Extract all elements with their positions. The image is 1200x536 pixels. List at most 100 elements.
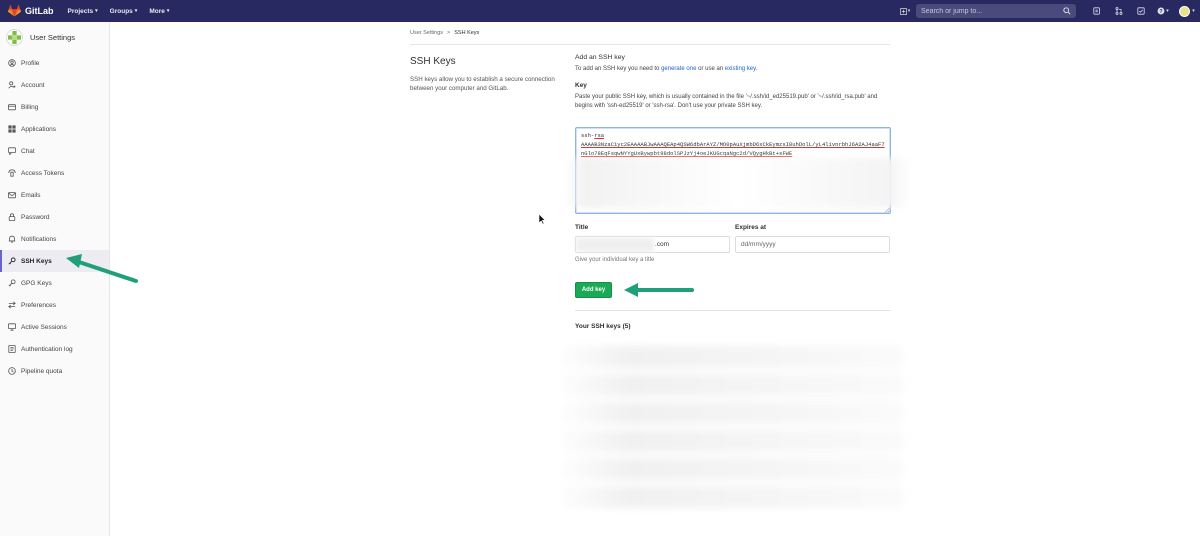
monitor-icon	[7, 323, 16, 332]
expires-input[interactable]: dd/mm/yyyy	[735, 236, 890, 253]
chevron-down-icon: ▾	[134, 8, 138, 14]
section-intro: SSH Keys SSH keys allow you to establish…	[410, 56, 565, 93]
redacted-title	[576, 238, 654, 252]
top-right-actions: ▾ ? ▾ ▾	[894, 0, 1200, 22]
help-icon: ?	[1157, 7, 1165, 15]
breadcrumb-current: SSH Keys	[454, 30, 480, 36]
search-icon[interactable]	[1063, 7, 1071, 15]
divider	[410, 44, 890, 45]
issues-icon	[1093, 7, 1100, 15]
key-label: Key	[575, 82, 587, 89]
annotation-arrow-icon	[624, 283, 694, 297]
divider	[575, 310, 891, 311]
key-type: rsa	[594, 132, 605, 139]
add-key-intro: To add an SSH key you need to generate o…	[575, 65, 891, 74]
sidebar-items: Profile Account Billing Applications Cha…	[0, 52, 109, 382]
search-input[interactable]	[921, 7, 1063, 15]
add-key-button[interactable]: Add key	[575, 282, 612, 298]
sidebar-title: User Settings	[30, 32, 76, 42]
sidebar-item-label: Pipeline quota	[21, 367, 63, 375]
issues-button[interactable]	[1086, 0, 1108, 22]
plus-square-icon	[899, 7, 907, 15]
gitlab-logo-icon	[8, 5, 21, 17]
sidebar-item-account[interactable]: Account	[0, 74, 109, 96]
profile-icon	[7, 59, 16, 68]
chevron-down-icon: ▾	[1166, 8, 1169, 14]
sidebar-item-label: Profile	[21, 59, 40, 67]
sidebar-item-preferences[interactable]: Preferences	[0, 294, 109, 316]
sidebar-header[interactable]: User Settings	[0, 22, 109, 52]
account-icon	[7, 81, 16, 90]
sidebar-item-label: Password	[21, 213, 50, 221]
sidebar-item-access-tokens[interactable]: Access Tokens	[0, 162, 109, 184]
todo-check-icon	[1137, 7, 1145, 15]
key-prefix: ssh-	[581, 132, 595, 139]
sidebar-item-chat[interactable]: Chat	[0, 140, 109, 162]
more-label: More	[149, 7, 165, 15]
redacted-key-area	[564, 158, 910, 208]
gitlab-logo[interactable]: GitLab	[8, 5, 54, 17]
sidebar-item-emails[interactable]: Emails	[0, 184, 109, 206]
title-hint: Give your individual key a title	[575, 257, 655, 263]
brand-name: GitLab	[25, 6, 54, 16]
sidebar-item-label: Chat	[21, 147, 35, 155]
sidebar-item-applications[interactable]: Applications	[0, 118, 109, 140]
token-icon	[7, 169, 16, 178]
add-key-heading: Add an SSH key	[575, 54, 625, 61]
section-description: SSH keys allow you to establish a secure…	[410, 76, 555, 92]
todos-button[interactable]	[1130, 0, 1152, 22]
sidebar-item-password[interactable]: Password	[0, 206, 109, 228]
sidebar-item-label: Access Tokens	[21, 169, 65, 177]
title-input[interactable]: .com	[575, 236, 730, 253]
help-button[interactable]: ? ▾	[1152, 0, 1174, 22]
more-menu[interactable]: More ▾	[149, 8, 169, 15]
sidebar-item-label: Notifications	[21, 235, 57, 243]
your-ssh-keys-title: Your SSH keys (5)	[575, 323, 631, 330]
top-menu: Projects ▾ Groups ▾ More ▾	[68, 8, 170, 15]
key-body: AAAAB3NzaC1yc2EAAAABJwAAAQEAp4QSW6dbArAY…	[581, 141, 885, 157]
mouse-cursor-icon	[538, 213, 546, 225]
chat-icon	[7, 147, 16, 156]
groups-menu[interactable]: Groups ▾	[110, 8, 138, 15]
list-item	[562, 486, 902, 508]
key-value: ssh-rsa AAAAB3NzaC1yc2EAAAABJwAAAQEAp4QSW…	[581, 131, 885, 158]
merge-request-icon	[1115, 7, 1123, 15]
page-title: SSH Keys	[410, 56, 456, 67]
projects-menu[interactable]: Projects ▾	[68, 8, 98, 15]
user-avatar	[6, 28, 23, 46]
sidebar-item-billing[interactable]: Billing	[0, 96, 109, 118]
new-dropdown-button[interactable]: ▾	[894, 7, 916, 15]
user-menu[interactable]: ▾	[1174, 0, 1200, 22]
list-icon	[7, 345, 16, 354]
sidebar-item-label: Billing	[21, 103, 39, 111]
billing-icon	[7, 103, 16, 112]
sidebar-item-label: Emails	[21, 191, 41, 199]
sidebar-item-notifications[interactable]: Notifications	[0, 228, 109, 250]
top-navbar: GitLab Projects ▾ Groups ▾ More ▾ ▾ Sear…	[0, 0, 1200, 22]
chevron-down-icon: ▾	[166, 8, 170, 14]
lock-icon	[7, 213, 16, 222]
sidebar-item-authentication-log[interactable]: Authentication log	[0, 338, 109, 360]
sidebar-item-label: Authentication log	[21, 345, 73, 353]
list-item	[562, 346, 902, 368]
sidebar-item-pipeline-quota[interactable]: Pipeline quota	[0, 360, 109, 382]
identicon-icon	[8, 30, 21, 44]
sidebar-item-label: Active Sessions	[21, 323, 67, 331]
title-label: Title	[575, 224, 589, 231]
chevron-down-icon: ▾	[907, 8, 911, 14]
applications-icon	[7, 125, 16, 134]
sidebar-item-active-sessions[interactable]: Active Sessions	[0, 316, 109, 338]
existing-key-link[interactable]: existing key	[725, 66, 756, 72]
expires-placeholder: dd/mm/yyyy	[741, 241, 776, 248]
sidebar-item-profile[interactable]: Profile	[0, 52, 109, 74]
list-item	[562, 430, 902, 452]
generate-one-link[interactable]: generate one	[661, 66, 696, 72]
title-input-value: .com	[654, 241, 669, 248]
search-box[interactable]	[916, 4, 1076, 18]
breadcrumb-parent-link[interactable]: User Settings	[410, 30, 443, 36]
merge-requests-button[interactable]	[1108, 0, 1130, 22]
resize-handle-icon[interactable]	[884, 207, 890, 213]
groups-label: Groups	[109, 7, 133, 15]
list-item	[562, 374, 902, 396]
list-item	[562, 402, 902, 424]
